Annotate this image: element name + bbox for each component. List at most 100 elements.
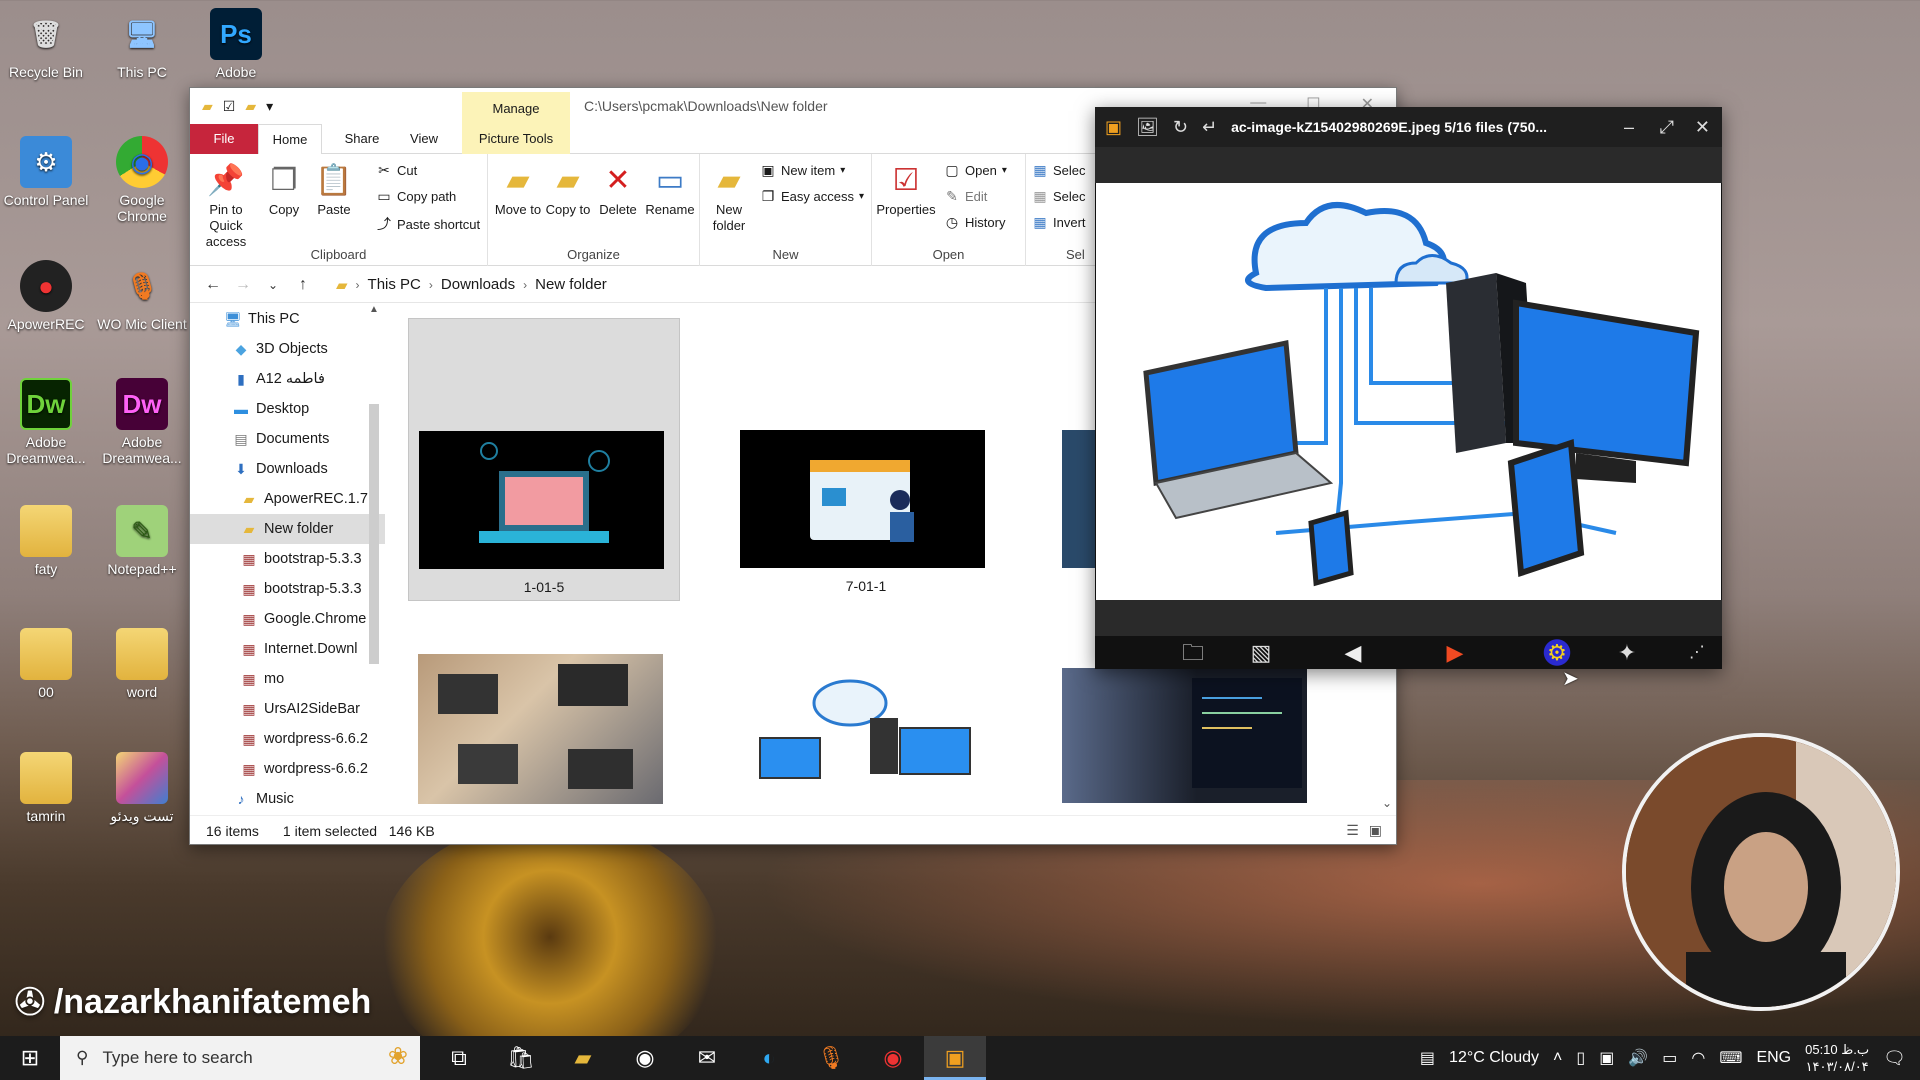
battery-icon[interactable]: ▭ [1662, 1048, 1677, 1068]
history-button[interactable]: ◷ History [944, 214, 1006, 231]
taskbar-search-box[interactable]: ⚲ Type here to search ❀ [60, 1036, 420, 1080]
forward-arrow-icon[interactable]: → [228, 276, 258, 294]
paste-button[interactable]: 📋 Paste [310, 162, 358, 218]
nav-item-archive[interactable]: ▦ UrsAI2SideBar [190, 694, 385, 724]
desktop-icon-this-pc[interactable]: 🖥 This PC [96, 8, 188, 81]
open-folder-icon[interactable]: 🗀 [1173, 636, 1213, 669]
paste-shortcut-button[interactable]: ⤴ Paste shortcut [376, 214, 480, 234]
return-icon[interactable]: ↵ [1202, 117, 1217, 138]
new-folder-button[interactable]: ▰ New folder [704, 162, 754, 234]
nav-item-archive[interactable]: ▦ bootstrap-5.3.3 [190, 574, 385, 604]
new-item-button[interactable]: ▣ New item ▾ [760, 162, 845, 179]
close-icon[interactable]: ✕ [1695, 107, 1710, 147]
select-none-button[interactable]: ▦ Selec [1032, 188, 1085, 205]
select-all-button[interactable]: ▦ Selec [1032, 162, 1085, 179]
up-arrow-icon[interactable]: ↑ [288, 276, 318, 294]
tab-picture-tools[interactable]: Picture Tools [462, 124, 570, 154]
desktop-icon-faty[interactable]: faty [0, 505, 92, 577]
tab-home[interactable]: Home [258, 124, 322, 155]
nav-item-archive[interactable]: ▦ Internet.Downl [190, 634, 385, 664]
breadcrumb-item[interactable]: New folder [535, 276, 607, 293]
breadcrumb-item[interactable]: Downloads [441, 276, 515, 293]
settings-gear-icon[interactable]: ⚙ [1537, 636, 1577, 669]
nav-item-archive[interactable]: ▦ bootstrap-5.3.3 [190, 544, 385, 574]
previous-arrow-icon[interactable]: ◀ [1333, 636, 1373, 669]
usb-icon[interactable]: ▯ [1576, 1048, 1585, 1068]
edge-icon[interactable]: ◐ [738, 1036, 800, 1080]
copy-path-button[interactable]: ▭ Copy path [376, 188, 456, 205]
desktop-icon-word[interactable]: word [96, 628, 188, 700]
copy-to-button[interactable]: ▰ Copy to [544, 162, 592, 218]
store-icon[interactable]: 🛍 [490, 1036, 552, 1080]
desktop-icon-notepadpp[interactable]: ✎ Notepad++ [96, 505, 188, 577]
nav-item-apowerrec[interactable]: ▰ ApowerREC.1.7 [190, 484, 385, 514]
move-to-button[interactable]: ▰ Move to [494, 162, 542, 218]
easy-access-button[interactable]: ❐ Easy access ▾ [760, 188, 864, 205]
gallery-icon[interactable]: ▧ [1241, 636, 1281, 669]
desktop-icon-00[interactable]: 00 [0, 628, 92, 700]
scroll-down-icon[interactable]: ⌄ [1382, 796, 1392, 810]
desktop-icon-dreamweaver-2[interactable]: Dw Adobe Dreamwea... [96, 378, 188, 466]
rotate-icon[interactable]: ↻ [1173, 117, 1188, 138]
desktop-icon-recycle-bin[interactable]: 🗑 Recycle Bin [0, 8, 92, 81]
nav-item-documents[interactable]: ▤ Documents [190, 424, 385, 454]
network-drive-icon[interactable]: ▣ [1599, 1048, 1614, 1068]
nav-item-archive[interactable]: ▦ mo [190, 664, 385, 694]
nav-pane-scrollbar[interactable]: ▲ [365, 304, 383, 804]
delete-button[interactable]: ✕ Delete [594, 162, 642, 218]
windows-start-icon[interactable]: ⊞ [0, 1045, 60, 1071]
gallery-icon[interactable]: 🖼 [1136, 117, 1159, 138]
tab-file[interactable]: File [190, 124, 258, 154]
new-folder-icon[interactable]: ▰ [245, 98, 256, 115]
media-player-icon[interactable]: ◉ [614, 1036, 676, 1080]
cut-button[interactable]: ✂ Cut [376, 162, 417, 179]
copy-button[interactable]: ❐ Copy [262, 162, 306, 218]
task-view-icon[interactable]: ⧉ [428, 1036, 490, 1080]
nav-item-archive[interactable]: ▦ wordpress-6.6.2 [190, 754, 385, 784]
wifi-icon[interactable]: ◠ [1691, 1048, 1705, 1068]
nav-item-desktop[interactable]: ▬ Desktop [190, 394, 385, 424]
desktop-icon-control-panel[interactable]: ⚙ Control Panel [0, 136, 92, 208]
details-view-icon[interactable]: ☰ [1346, 822, 1359, 839]
tab-manage[interactable]: Manage [462, 92, 570, 124]
scroll-up-icon[interactable]: ▲ [365, 304, 383, 315]
desktop-icon-chrome[interactable]: ◉ Google Chrome [96, 136, 188, 224]
magic-wand-icon[interactable]: ✦ [1607, 636, 1647, 669]
file-tile[interactable] [730, 648, 1002, 808]
weather-text[interactable]: 12°C Cloudy [1449, 1049, 1539, 1067]
microphone-icon[interactable]: 🎙 [800, 1036, 862, 1080]
tab-view[interactable]: View [396, 124, 452, 154]
nav-item-downloads[interactable]: ⬇ Downloads [190, 454, 385, 484]
file-tile[interactable]: 7-01-1 [730, 318, 1002, 601]
desktop-icon-dreamweaver-1[interactable]: Dw Adobe Dreamwea... [0, 378, 92, 466]
file-tile[interactable] [1052, 648, 1324, 808]
fullscreen-icon[interactable]: ⤢ [1660, 107, 1674, 147]
tab-share[interactable]: Share [330, 124, 394, 154]
chevron-down-icon[interactable]: ▾ [266, 98, 273, 115]
weather-icon[interactable]: ▤ [1420, 1048, 1435, 1068]
nav-item-archive[interactable]: ▦ Google.Chrome [190, 604, 385, 634]
file-tile[interactable]: 1-01-5 [408, 318, 680, 601]
nav-item-this-pc[interactable]: 🖥 This PC [190, 304, 385, 334]
resize-grip-icon[interactable]: ⋰ [1677, 636, 1717, 669]
nav-item-archive[interactable]: ▦ wordpress-6.6.2 [190, 724, 385, 754]
nav-item-new-folder[interactable]: ▰ New folder [190, 514, 385, 544]
properties-button[interactable]: ☑ Properties [874, 162, 938, 218]
chrome-icon[interactable]: ◉ [862, 1036, 924, 1080]
file-explorer-taskbar-icon[interactable]: ▰ [552, 1036, 614, 1080]
keyboard-icon[interactable]: ⌨ [1719, 1048, 1742, 1068]
nav-item-a12[interactable]: ▮ A12 فاطمه [190, 364, 385, 394]
desktop-icon-apowerrec[interactable]: ● ApowerREC [0, 260, 92, 332]
breadcrumb-item[interactable]: This PC [368, 276, 421, 293]
desktop-icon-wo-mic[interactable]: 🎙 WO Mic Client [96, 260, 188, 333]
large-icons-view-icon[interactable]: ▣ [1369, 822, 1382, 839]
nav-item-music[interactable]: ♪ Music [190, 784, 385, 804]
volume-icon[interactable]: 🔊 [1628, 1048, 1648, 1068]
minimize-icon[interactable]: – [1624, 107, 1634, 147]
pin-quick-access-button[interactable]: 📌 Pin to Quick access [194, 162, 258, 250]
edit-button[interactable]: ✎ Edit [944, 188, 987, 205]
clock[interactable]: 05:10 ب.ظ ۱۴۰۳/۰۸/۰۴ [1805, 1041, 1869, 1075]
scrollbar-thumb[interactable] [369, 404, 379, 664]
next-arrow-icon[interactable]: ▶ [1435, 636, 1475, 669]
invert-selection-button[interactable]: ▦ Invert [1032, 214, 1085, 231]
